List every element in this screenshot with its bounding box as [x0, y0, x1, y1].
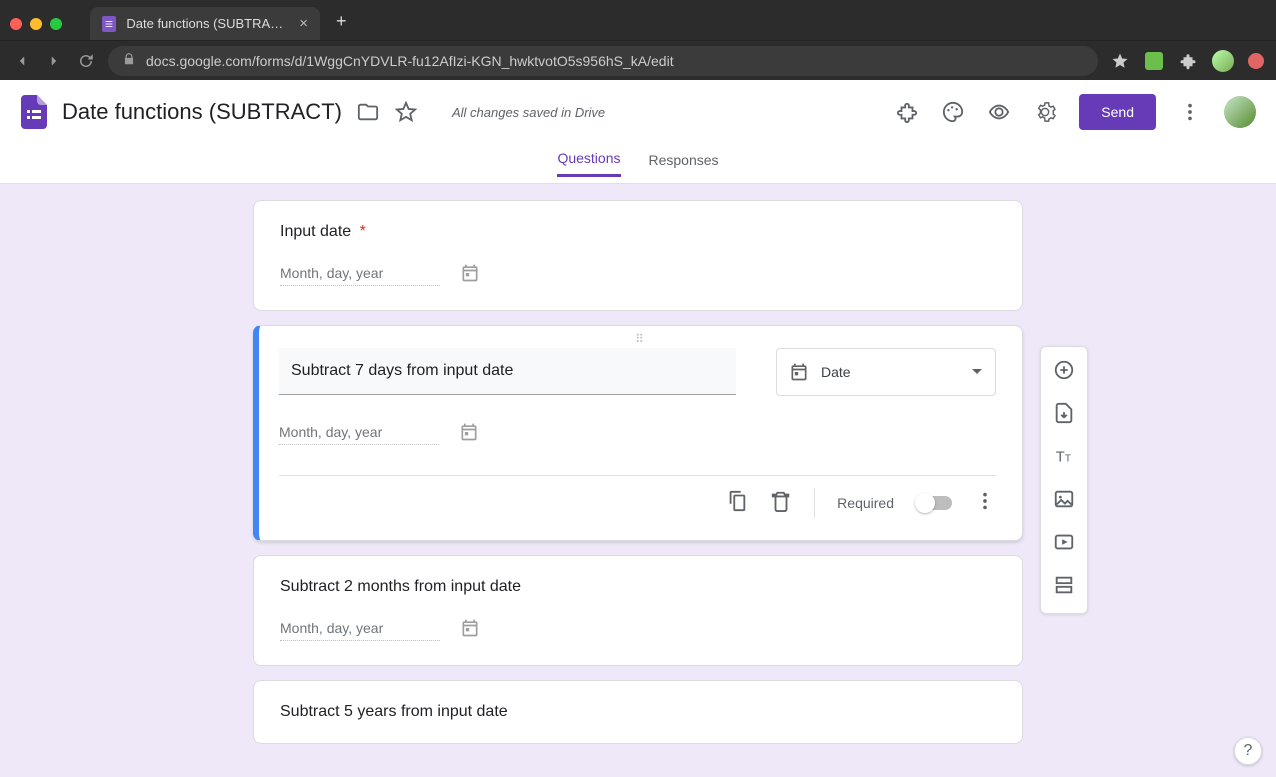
- forms-header: Date functions (SUBTRACT) All changes sa…: [0, 80, 1276, 144]
- window-minimize-icon[interactable]: [30, 18, 42, 30]
- header-actions: Send: [895, 94, 1256, 130]
- window-maximize-icon[interactable]: [50, 18, 62, 30]
- forms-favicon-icon: [102, 16, 116, 32]
- svg-text:T: T: [1065, 454, 1071, 465]
- bookmark-star-icon[interactable]: [1110, 51, 1130, 71]
- calendar-icon[interactable]: [460, 618, 480, 643]
- drag-handle-icon[interactable]: ⠿: [635, 332, 646, 346]
- add-title-button[interactable]: TT: [1053, 445, 1075, 472]
- date-answer-row: Month, day, year: [279, 422, 996, 447]
- browser-chrome: Date functions (SUBTRACT) - ( × + docs.g…: [0, 0, 1276, 80]
- footer-divider: [814, 488, 815, 518]
- form-column: Input date * Month, day, year ⠿ Date Mon…: [253, 184, 1023, 744]
- user-avatar-icon[interactable]: [1224, 96, 1256, 128]
- notification-badge-icon[interactable]: [1248, 53, 1264, 69]
- question-card-selected[interactable]: ⠿ Date Month, day, year Required: [253, 325, 1023, 541]
- palette-icon[interactable]: [941, 100, 965, 124]
- calendar-icon[interactable]: [460, 263, 480, 288]
- toggle-knob-icon: [915, 493, 935, 513]
- window-controls[interactable]: [8, 18, 72, 40]
- calendar-icon[interactable]: [459, 422, 479, 447]
- lock-icon: [122, 52, 136, 69]
- question-type-select[interactable]: Date: [776, 348, 996, 396]
- question-title-text: Input date: [280, 223, 351, 240]
- addons-icon[interactable]: [895, 100, 919, 124]
- question-more-icon[interactable]: [974, 490, 996, 517]
- browser-address-bar: docs.google.com/forms/d/1WggCnYDVLR-fu12…: [0, 40, 1276, 80]
- form-body: Input date * Month, day, year ⠿ Date Mon…: [0, 184, 1276, 777]
- move-folder-icon[interactable]: [356, 100, 380, 124]
- duplicate-button[interactable]: [726, 490, 748, 517]
- add-image-button[interactable]: [1053, 488, 1075, 515]
- question-title: Subtract 2 months from input date: [280, 578, 996, 596]
- nav-reload-button[interactable]: [76, 51, 96, 71]
- question-footer: Required: [279, 475, 996, 518]
- browser-tab[interactable]: Date functions (SUBTRACT) - ( ×: [90, 7, 320, 40]
- profile-avatar-icon[interactable]: [1212, 50, 1234, 72]
- add-section-button[interactable]: [1053, 574, 1075, 601]
- question-title: Input date *: [280, 223, 996, 241]
- document-title[interactable]: Date functions (SUBTRACT): [62, 99, 342, 125]
- star-icon[interactable]: [394, 100, 418, 124]
- add-video-button[interactable]: [1053, 531, 1075, 558]
- browser-tab-bar: Date functions (SUBTRACT) - ( × +: [0, 0, 1276, 40]
- help-button[interactable]: ?: [1234, 737, 1262, 765]
- new-tab-button[interactable]: +: [336, 11, 347, 32]
- eye-icon[interactable]: [987, 100, 1011, 124]
- extensions-puzzle-icon[interactable]: [1178, 51, 1198, 71]
- delete-button[interactable]: [770, 490, 792, 517]
- tab-questions[interactable]: Questions: [557, 150, 620, 177]
- chevron-down-icon: [971, 366, 983, 378]
- forms-logo-icon[interactable]: [20, 94, 48, 130]
- required-toggle[interactable]: [916, 496, 952, 510]
- date-placeholder[interactable]: Month, day, year: [279, 424, 439, 445]
- import-questions-button[interactable]: [1053, 402, 1075, 429]
- date-placeholder[interactable]: Month, day, year: [280, 265, 440, 286]
- date-answer-row: Month, day, year: [280, 618, 996, 643]
- question-title-input[interactable]: [279, 348, 736, 395]
- url-field[interactable]: docs.google.com/forms/d/1WggCnYDVLR-fu12…: [108, 46, 1098, 76]
- date-placeholder[interactable]: Month, day, year: [280, 620, 440, 641]
- svg-text:T: T: [1056, 450, 1065, 466]
- required-label: Required: [837, 495, 894, 511]
- gear-icon[interactable]: [1033, 100, 1057, 124]
- nav-back-button[interactable]: [12, 51, 32, 71]
- send-button[interactable]: Send: [1079, 94, 1156, 130]
- nav-forward-button[interactable]: [44, 51, 64, 71]
- floating-toolbar: TT: [1040, 346, 1088, 614]
- add-question-button[interactable]: [1053, 359, 1075, 386]
- tab-responses[interactable]: Responses: [649, 152, 719, 176]
- question-card[interactable]: Subtract 5 years from input date: [253, 680, 1023, 744]
- required-star-icon: *: [360, 223, 366, 240]
- browser-tab-title: Date functions (SUBTRACT) - (: [126, 16, 289, 31]
- tab-close-icon[interactable]: ×: [299, 15, 308, 32]
- form-tabs: Questions Responses: [0, 144, 1276, 184]
- extension-green-icon[interactable]: [1144, 51, 1164, 71]
- question-edit-row: Date: [279, 348, 996, 396]
- save-status: All changes saved in Drive: [452, 105, 605, 120]
- question-card[interactable]: Input date * Month, day, year: [253, 200, 1023, 311]
- calendar-icon: [789, 362, 809, 382]
- window-close-icon[interactable]: [10, 18, 22, 30]
- question-type-label: Date: [821, 364, 959, 380]
- question-title: Subtract 5 years from input date: [280, 703, 996, 721]
- address-bar-actions: [1110, 50, 1264, 72]
- more-vert-icon[interactable]: [1178, 100, 1202, 124]
- date-answer-row: Month, day, year: [280, 263, 996, 288]
- question-card[interactable]: Subtract 2 months from input date Month,…: [253, 555, 1023, 666]
- url-text: docs.google.com/forms/d/1WggCnYDVLR-fu12…: [146, 53, 674, 69]
